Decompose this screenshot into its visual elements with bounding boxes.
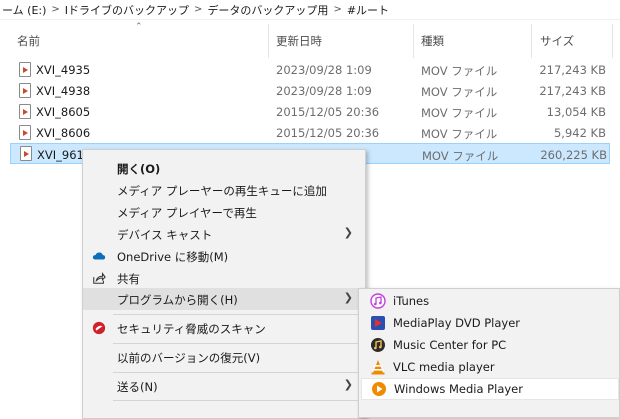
submenu-item-label: VLC media player	[393, 360, 495, 374]
breadcrumb-separator: >	[51, 4, 60, 15]
video-file-icon	[19, 83, 31, 98]
video-file-icon	[20, 146, 32, 161]
menu-item-label: OneDrive に移動(M)	[117, 250, 229, 264]
file-size: 217,243 KB	[539, 84, 606, 98]
menu-item-add-to-queue[interactable]: メディア プレーヤーの再生キューに追加	[83, 179, 365, 201]
file-row[interactable]: XVI_8606 2015/12/05 20:36 MOV ファイル 5,942…	[0, 122, 620, 143]
menu-item-security-scan[interactable]: セキュリティ脅威のスキャン	[83, 317, 365, 339]
column-header-row: ⌃ 名前 更新日時 種類 サイズ	[0, 22, 620, 58]
column-divider[interactable]	[612, 24, 613, 58]
file-name: XVI_8606	[36, 126, 91, 140]
menu-item-label: 以前のバージョンの復元(V)	[117, 351, 261, 365]
chevron-right-icon: ❯	[343, 291, 353, 304]
submenu-item-label: MediaPlay DVD Player	[393, 316, 520, 330]
column-divider[interactable]	[413, 24, 414, 58]
menu-item-label: メディア プレイヤーで再生	[117, 206, 257, 220]
menu-item-share[interactable]: 共有	[83, 267, 365, 289]
file-name: XVI_4935	[36, 63, 91, 77]
menu-separator	[113, 343, 361, 344]
menu-separator	[113, 400, 361, 401]
file-size: 217,243 KB	[539, 63, 606, 77]
file-row[interactable]: XVI_4935 2023/09/28 1:09 MOV ファイル 217,24…	[0, 59, 620, 80]
column-header-name[interactable]: 名前	[17, 33, 40, 49]
file-size: 5,942 KB	[553, 126, 606, 140]
file-date: 2023/09/28 1:09	[276, 84, 372, 98]
menu-item-label: セキュリティ脅威のスキャン	[117, 322, 266, 336]
context-menu: 開く(O) メディア プレーヤーの再生キューに追加 メディア プレイヤーで再生 …	[82, 149, 366, 419]
itunes-icon	[370, 293, 386, 309]
submenu-item-itunes[interactable]: iTunes	[359, 290, 619, 312]
menu-item-open-with[interactable]: プログラムから開く(H) ❯	[83, 288, 365, 310]
breadcrumb-item-root[interactable]: #ルート	[345, 2, 391, 18]
file-type: MOV ファイル	[421, 106, 498, 120]
onedrive-cloud-icon	[92, 252, 106, 260]
menu-item-restore-previous[interactable]: 以前のバージョンの復元(V)	[83, 346, 365, 368]
video-file-icon	[19, 104, 31, 119]
menu-item-label: 共有	[117, 272, 140, 286]
submenu-item-vlc[interactable]: VLC media player	[359, 356, 619, 378]
breadcrumb-item-drive[interactable]: ーム (E:)	[0, 2, 48, 18]
menu-item-label: 送る(N)	[117, 380, 158, 394]
menu-item-play-in-media-player[interactable]: メディア プレイヤーで再生	[83, 201, 365, 223]
file-type: MOV ファイル	[421, 85, 498, 99]
menu-item-label: デバイス キャスト	[117, 228, 213, 242]
video-file-icon	[19, 62, 31, 77]
submenu-item-windows-media-player[interactable]: Windows Media Player	[361, 378, 619, 400]
breadcrumb-separator: >	[333, 4, 342, 15]
music-center-icon	[371, 338, 385, 352]
submenu-item-label: Windows Media Player	[394, 382, 523, 396]
open-with-submenu: iTunes MediaPlay DVD Player Music Center…	[358, 288, 620, 418]
share-icon	[93, 272, 106, 284]
menu-separator	[113, 372, 361, 373]
submenu-item-label: Music Center for PC	[393, 338, 507, 352]
column-header-type[interactable]: 種類	[421, 33, 444, 49]
file-size: 260,225 KB	[540, 148, 607, 162]
file-row[interactable]: XVI_8605 2015/12/05 20:36 MOV ファイル 13,05…	[0, 101, 620, 122]
security-scan-icon	[92, 321, 106, 335]
column-header-date[interactable]: 更新日時	[276, 33, 322, 49]
menu-item-onedrive-move[interactable]: OneDrive に移動(M)	[83, 245, 365, 267]
column-header-size[interactable]: サイズ	[540, 33, 574, 49]
menu-item-device-cast[interactable]: デバイス キャスト ❯	[83, 223, 365, 245]
file-size: 13,054 KB	[546, 105, 606, 119]
file-date: 2015/12/05 20:36	[276, 105, 380, 119]
file-date: 2023/09/28 1:09	[276, 63, 372, 77]
chevron-right-icon: ❯	[343, 226, 353, 239]
file-type: MOV ファイル	[422, 149, 499, 163]
breadcrumb-separator: >	[194, 4, 203, 15]
menu-item-label: プログラムから開く(H)	[117, 293, 238, 307]
menu-item-label: 開く(O)	[117, 162, 161, 176]
sort-ascending-icon: ⌃	[135, 22, 143, 32]
column-divider[interactable]	[268, 24, 269, 58]
breadcrumb-item-data-backup[interactable]: データのバックアップ用	[205, 2, 330, 18]
file-type: MOV ファイル	[421, 64, 498, 78]
column-divider[interactable]	[531, 24, 532, 58]
breadcrumb-item-backup[interactable]: Iドライブのバックアップ	[63, 2, 191, 18]
file-type: MOV ファイル	[421, 127, 498, 141]
file-row[interactable]: XVI_4938 2023/09/28 1:09 MOV ファイル 217,24…	[0, 80, 620, 101]
menu-item-label: メディア プレーヤーの再生キューに追加	[117, 184, 327, 198]
windows-media-player-icon	[372, 382, 386, 396]
chevron-right-icon: ❯	[343, 378, 353, 391]
file-name: XVI_4938	[36, 84, 91, 98]
video-file-icon	[19, 125, 31, 140]
file-name: XVI_8605	[36, 105, 91, 119]
breadcrumb: ーム (E:) > Iドライブのバックアップ > データのバックアップ用 > #…	[0, 0, 620, 20]
submenu-item-label: iTunes	[393, 294, 430, 308]
menu-separator	[113, 314, 361, 315]
file-date: 2015/12/05 20:36	[276, 126, 380, 140]
mediaplay-icon	[371, 316, 385, 330]
vlc-icon	[371, 360, 385, 375]
menu-item-open[interactable]: 開く(O)	[83, 157, 365, 179]
submenu-item-mediaplay[interactable]: MediaPlay DVD Player	[359, 312, 619, 334]
submenu-item-music-center[interactable]: Music Center for PC	[359, 334, 619, 356]
menu-item-send-to[interactable]: 送る(N) ❯	[83, 375, 365, 397]
